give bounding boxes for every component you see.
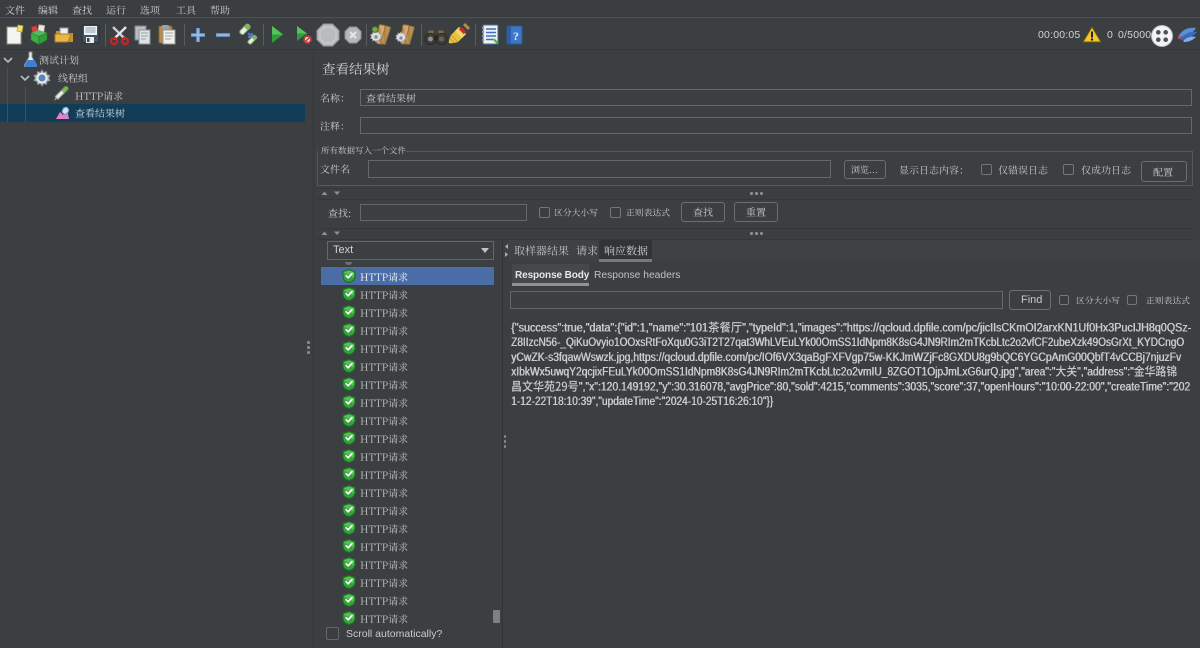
svg-text:?: ? — [513, 29, 519, 43]
